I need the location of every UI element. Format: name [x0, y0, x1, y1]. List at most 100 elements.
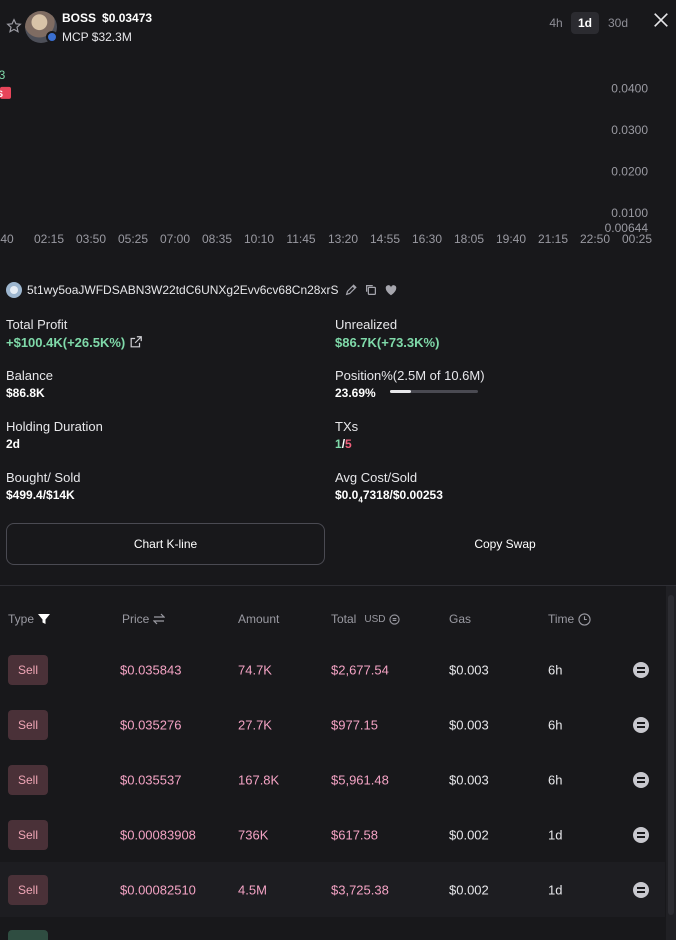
currency-toggle-icon[interactable] — [389, 613, 401, 625]
gas-cell: $0.002 — [449, 827, 489, 842]
filter-icon[interactable] — [38, 613, 51, 625]
total-profit-amount: +$100.4K(+26.5K%) — [6, 335, 126, 350]
sell-marker-letter: S — [0, 89, 3, 99]
amount-cell: 167.8K — [238, 772, 280, 787]
section-divider — [0, 585, 676, 586]
tx-details-icon[interactable] — [633, 717, 649, 733]
trade-marker[interactable]: -3 S — [0, 68, 11, 99]
x-tick-label: 19:40 — [496, 232, 526, 246]
txs-buy-count: 1 — [335, 437, 342, 451]
y-tick-label: 0.0300 — [611, 123, 648, 137]
total-cell: $5,961.48 — [331, 772, 389, 787]
wallet-address[interactable]: 5t1wy5oaJWFDSABN3W22tdC6UNXg2Evv6cv68Cn2… — [27, 283, 338, 297]
x-tick-label: 00:25 — [622, 232, 652, 246]
column-price-label: Price — [122, 612, 150, 626]
type-badge-partial[interactable] — [8, 930, 48, 940]
table-row[interactable]: Sell $0.035276 27.7K $977.15 $0.003 6h — [0, 697, 665, 752]
time-cell: 1d — [548, 827, 563, 842]
gas-cell: $0.003 — [449, 717, 489, 732]
price-cell: $0.035537 — [120, 772, 182, 787]
heart-icon[interactable] — [384, 283, 398, 297]
wallet-avatar-icon — [6, 282, 22, 298]
column-type-label: Type — [8, 612, 35, 626]
time-cell: 6h — [548, 717, 563, 732]
position-value: 23.69% — [335, 386, 376, 400]
table-row[interactable]: Sell $0.00082510 4.5M $3,725.38 $0.002 1… — [0, 862, 665, 917]
type-badge-sell[interactable]: Sell — [8, 765, 48, 795]
total-profit-label: Total Profit — [6, 317, 68, 332]
x-tick-label: 10:10 — [244, 232, 274, 246]
x-tick-label: 18:05 — [454, 232, 484, 246]
scrollbar-thumb[interactable] — [668, 595, 674, 915]
amount-cell: 27.7K — [238, 717, 272, 732]
y-tick-label: 0.0100 — [611, 206, 648, 220]
x-tick-label: 40 — [0, 232, 14, 246]
column-price[interactable]: Price — [122, 612, 166, 626]
x-tick-label: 14:55 — [370, 232, 400, 246]
column-type[interactable]: Type — [8, 612, 51, 626]
token-symbol: BOSS — [62, 11, 97, 25]
type-badge-sell[interactable]: Sell — [8, 875, 48, 905]
close-icon[interactable] — [652, 11, 670, 29]
avg-cost-rest: 7318/$0.00253 — [362, 488, 443, 502]
tx-details-icon[interactable] — [633, 772, 649, 788]
column-time-label: Time — [548, 612, 575, 626]
y-tick-label: 0.0400 — [611, 82, 648, 96]
market-cap: MCP $32.3M — [62, 30, 132, 44]
bought-sold-label: Bought/ Sold — [6, 470, 81, 485]
table-row[interactable]: Sell $0.035843 74.7K $2,677.54 $0.003 6h — [0, 642, 665, 697]
position-progress-fill — [390, 390, 411, 393]
token-price: $0.03473 — [102, 11, 153, 25]
token-title: BOSS $0.03473 — [62, 11, 158, 25]
type-badge-sell[interactable]: Sell — [8, 820, 48, 850]
price-chart[interactable]: 0.04000.03000.02000.01000.00644 40 02:15 0… — [0, 50, 676, 250]
clock-icon[interactable] — [578, 612, 591, 626]
timeframe-4h[interactable]: 4h — [543, 12, 569, 34]
pencil-icon[interactable] — [344, 283, 358, 297]
share-icon[interactable] — [129, 335, 143, 349]
column-total[interactable]: Total USD — [331, 612, 401, 626]
holding-duration-label: Holding Duration — [6, 419, 103, 434]
x-tick-label: 21:15 — [538, 232, 568, 246]
total-cell: $2,677.54 — [331, 662, 389, 677]
x-tick-label: 22:50 — [580, 232, 610, 246]
total-cell: $617.58 — [331, 827, 378, 842]
marker-count-label: -3 — [0, 68, 6, 82]
txs-value: 1/5 — [335, 437, 352, 451]
table-row[interactable]: Sell $0.00083908 736K $617.58 $0.002 1d — [0, 807, 665, 862]
type-badge-sell[interactable]: Sell — [8, 710, 48, 740]
tx-details-icon[interactable] — [633, 662, 649, 678]
table-row[interactable]: Sell $0.035537 167.8K $5,961.48 $0.003 6… — [0, 752, 665, 807]
tx-details-icon[interactable] — [633, 827, 649, 843]
type-badge-sell[interactable]: Sell — [8, 655, 48, 685]
time-cell: 1d — [548, 882, 563, 897]
copy-icon[interactable] — [364, 283, 378, 297]
swap-arrows-icon[interactable] — [153, 613, 166, 625]
x-tick-label: 13:20 — [328, 232, 358, 246]
total-unit-label: USD — [364, 613, 386, 625]
price-cell: $0.00083908 — [120, 827, 196, 842]
price-cell: $0.00082510 — [120, 882, 196, 897]
chart-kline-button[interactable]: Chart K-line — [6, 523, 325, 565]
total-cell: $3,725.38 — [331, 882, 389, 897]
amount-cell: 4.5M — [238, 882, 267, 897]
unrealized-value: $86.7K(+73.3K%) — [335, 335, 440, 350]
gas-cell: $0.003 — [449, 772, 489, 787]
column-time[interactable]: Time — [548, 612, 591, 626]
time-cell: 6h — [548, 772, 563, 787]
position-label: Position%(2.5M of 10.6M) — [335, 368, 485, 383]
tx-details-icon[interactable] — [633, 882, 649, 898]
time-cell: 6h — [548, 662, 563, 677]
star-icon[interactable] — [6, 18, 22, 34]
timeframe-30d[interactable]: 30d — [603, 12, 633, 34]
balance-value: $86.8K — [6, 386, 45, 400]
copy-swap-button[interactable]: Copy Swap — [345, 523, 665, 565]
price-cell: $0.035276 — [120, 717, 182, 732]
timeframe-1d[interactable]: 1d — [571, 12, 599, 34]
unrealized-label: Unrealized — [335, 317, 398, 332]
avg-cost-label: Avg Cost/Sold — [335, 470, 418, 485]
gas-cell: $0.002 — [449, 882, 489, 897]
x-tick-label: 02:15 — [34, 232, 64, 246]
position-progress-bar — [390, 390, 478, 393]
chain-badge-icon — [46, 31, 58, 43]
